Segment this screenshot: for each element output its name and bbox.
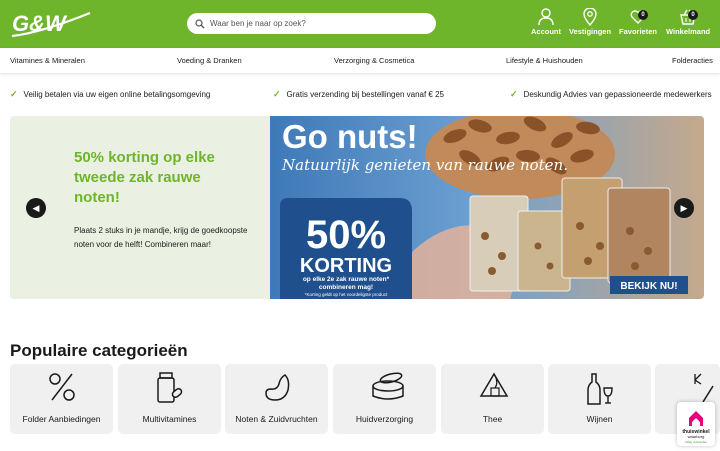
cashew-icon — [265, 374, 290, 401]
arrow-right-icon: ▶ — [680, 203, 688, 213]
svg-text:waarborg: waarborg — [688, 434, 705, 439]
svg-text:G&W: G&W — [12, 11, 68, 36]
banner-subline: Natuurlijk genieten van rauwe noten. — [281, 156, 568, 174]
search-icon — [195, 18, 205, 28]
popular-categories-title: Populaire categorieën — [10, 341, 188, 360]
usp-text: Deskundig Advies van gepassioneerde mede… — [523, 90, 712, 99]
category-tile[interactable]: Multivitamines — [118, 364, 221, 434]
banner-offer-line2: combineren mag! — [319, 284, 373, 291]
favorites-label: Favorieten — [619, 27, 657, 36]
check-icon: ✓ — [510, 89, 518, 99]
hero-description: Plaats 2 stuks in je mandje, krijg de go… — [74, 226, 248, 249]
category-label: Multivitamines — [142, 414, 197, 424]
map-pin-icon — [583, 8, 597, 26]
nav-item-verzorging[interactable]: Verzorging & Cosmetica — [334, 56, 414, 65]
brand-logo[interactable]: G&W — [10, 9, 92, 39]
category-label: Huidverzorging — [355, 414, 414, 424]
percent-icon — [49, 373, 75, 401]
wine-bottle-icon — [587, 373, 613, 405]
arrow-left-icon: ◀ — [32, 203, 40, 213]
cart-count-badge: 0 — [688, 10, 698, 20]
thuiswinkel-seal[interactable]: thuiswinkel waarborg Veilig verbonden — [677, 402, 715, 446]
partial-category-icon — [694, 373, 714, 403]
usp-text: Veilig betalen via uw eigen online betal… — [23, 90, 211, 99]
check-icon: ✓ — [10, 89, 18, 99]
banner-headline: Go nuts! — [282, 118, 418, 155]
site-header: G&W Waar ben je naar op zoek? Account Ve… — [0, 0, 720, 48]
hero-carousel: 50% korting op elke tweede zak rauwe not… — [10, 116, 704, 299]
banner-cta: BEKIJK NU! — [620, 281, 677, 292]
hero-banner-image[interactable]: Go nuts! Natuurlijk genieten van rauwe n… — [270, 116, 704, 299]
usp-text: Gratis verzending bij bestellingen vanaf… — [286, 90, 444, 99]
banner-footnote: *Korting geldt op het voordeligste produ… — [305, 292, 388, 297]
carousel-prev-button[interactable]: ◀ — [26, 198, 46, 218]
cream-jar-icon — [372, 372, 404, 400]
category-tile[interactable]: Noten & Zuidvruchten — [225, 364, 328, 434]
cart-button[interactable]: 0 Winkelmand — [666, 8, 710, 36]
banner-percent: 50% — [306, 213, 386, 257]
favorites-count-badge: 0 — [638, 10, 648, 20]
account-button[interactable]: Account — [524, 8, 568, 36]
category-label: Thee — [482, 414, 503, 424]
banner-offer-line1: op elke 2e zak rauwe noten* — [303, 276, 390, 283]
carousel-next-button[interactable]: ▶ — [674, 198, 694, 218]
category-tile[interactable]: Wijnen — [548, 364, 651, 434]
hero-title: 50% korting op elke tweede zak rauwe not… — [74, 149, 215, 206]
favorites-button[interactable]: 0 Favorieten — [616, 8, 660, 36]
stores-label: Vestigingen — [568, 27, 612, 36]
category-label: Noten & Zuidvruchten — [235, 414, 318, 424]
usp-item: ✓ Deskundig Advies van gepassioneerde me… — [510, 89, 712, 100]
category-label: Folder Aanbiedingen — [22, 414, 101, 424]
category-tile[interactable]: Thee — [441, 364, 544, 434]
user-icon — [538, 8, 554, 26]
logo-mark-icon: G&W — [11, 11, 91, 38]
supplement-bottle-icon — [157, 372, 183, 403]
nav-item-vitamines[interactable]: Vitamines & Mineralen — [10, 56, 85, 65]
search-placeholder: Waar ben je naar op zoek? — [210, 19, 306, 28]
category-label: Wijnen — [586, 414, 613, 424]
account-label: Account — [531, 27, 561, 36]
search-input[interactable]: Waar ben je naar op zoek? — [187, 13, 436, 34]
stores-button[interactable]: Vestigingen — [568, 8, 612, 36]
usp-item: ✓ Veilig betalen via uw eigen online bet… — [10, 89, 210, 100]
tea-bag-icon — [479, 372, 509, 397]
hero-text-panel: 50% korting op elke tweede zak rauwe not… — [10, 116, 270, 299]
category-tile[interactable]: Folder Aanbiedingen — [10, 364, 113, 434]
nuts-banner-graphic: Go nuts! Natuurlijk genieten van rauwe n… — [280, 116, 688, 299]
nav-item-lifestyle[interactable]: Lifestyle & Huishouden — [506, 56, 583, 65]
main-nav: Vitamines & Mineralen Voeding & Dranken … — [0, 48, 720, 73]
cart-label: Winkelmand — [666, 27, 711, 36]
banner-korting: KORTING — [300, 255, 392, 277]
nav-item-folderacties[interactable]: Folderacties — [672, 56, 713, 65]
nav-item-voeding[interactable]: Voeding & Dranken — [177, 56, 242, 65]
check-icon: ✓ — [273, 89, 281, 99]
usp-item: ✓ Gratis verzending bij bestellingen van… — [273, 89, 444, 100]
category-tile[interactable]: Huidverzorging — [333, 364, 436, 434]
svg-text:Veilig verbonden: Veilig verbonden — [685, 440, 708, 444]
thuiswinkel-logo-icon: thuiswinkel waarborg Veilig verbonden — [682, 411, 710, 444]
